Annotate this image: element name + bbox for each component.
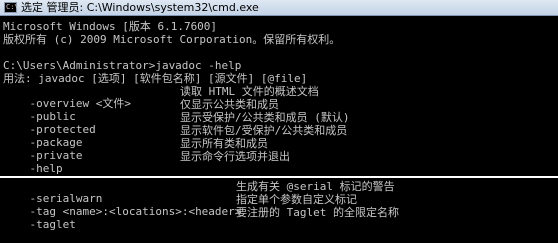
option-row: -taglet 要注册的 Taglet 的全限定名称 <box>3 207 399 231</box>
console-area[interactable]: Microsoft Windows [版本 6.1.7600] 版权所有 (c)… <box>0 16 558 231</box>
cmd-icon[interactable]: C:\ <box>4 2 19 13</box>
option-desc: 生成有关 @serial 标记的警告 <box>236 180 395 193</box>
option-row: -private 显示所有类和成员 <box>3 138 269 162</box>
option-desc: 显示软件包/受保护/公共类和成员 <box>180 124 348 137</box>
option-flag: -help <box>29 162 63 175</box>
title-bar[interactable]: C:\ 选定 管理员: C:\Windows\system32\cmd.exe <box>0 0 558 16</box>
option-desc: 仅显示公共类和成员 <box>180 98 279 111</box>
separator-line <box>0 176 558 178</box>
option-flag: -taglet <box>29 218 76 231</box>
option-desc: 要注册的 Taglet 的全限定名称 <box>236 206 399 219</box>
option-desc: 显示命令行选项并退出 <box>180 150 290 163</box>
window-title: 选定 管理员: C:\Windows\system32\cmd.exe <box>21 1 259 14</box>
option-row: -package 显示软件包/受保护/公共类和成员 <box>3 125 348 149</box>
option-row: -public 仅显示公共类和成员 <box>3 99 280 123</box>
option-row: -serialwarn 生成有关 @serial 标记的警告 <box>3 181 395 205</box>
option-row: -tag <name>:<locations>:<header> 指定单个参数自定… <box>3 194 358 218</box>
console-line-copyright: 版权所有 (c) 2009 Microsoft Corporation。保留所有… <box>3 33 341 46</box>
option-row: -help 显示命令行选项并退出 <box>3 151 291 175</box>
option-desc: 读取 HTML 文件的概述文档 <box>180 85 319 98</box>
option-row: -protected 显示受保护/公共类和成员 (默认) <box>3 112 350 136</box>
console-line-usage: 用法: javadoc [选项] [软件包名称] [源文件] [@file] <box>3 72 308 85</box>
console-line-version: Microsoft Windows [版本 6.1.7600] <box>3 20 218 33</box>
option-desc: 显示受保护/公共类和成员 (默认) <box>180 111 350 124</box>
option-row: -overview <文件> 读取 HTML 文件的概述文档 <box>3 86 319 110</box>
console-line-command: C:\Users\Administrator>javadoc -help <box>3 59 242 72</box>
option-desc: 显示所有类和成员 <box>180 137 268 150</box>
option-desc: 指定单个参数自定义标记 <box>236 193 357 206</box>
